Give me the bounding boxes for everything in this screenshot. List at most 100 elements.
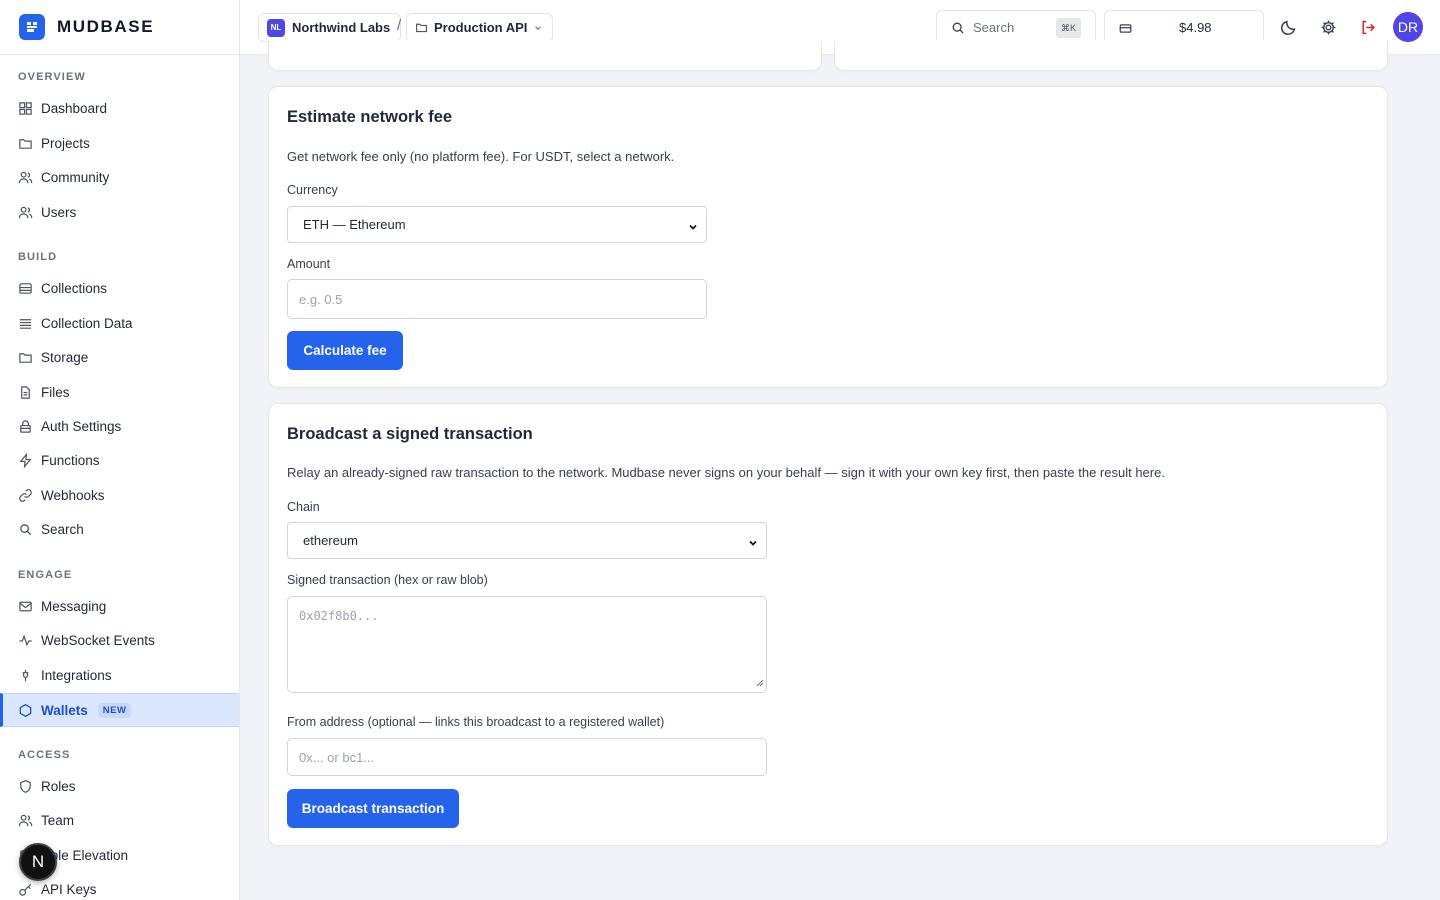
sidebar-item-label: Files: [41, 384, 70, 400]
sidebar-item-functions[interactable]: Functions: [0, 443, 239, 477]
chain-select[interactable]: ethereum: [287, 522, 767, 559]
folder-icon: [415, 21, 428, 34]
chevron-down-icon: [748, 536, 758, 551]
sidebar-item-community[interactable]: Community: [0, 160, 239, 194]
previous-card-left: [268, 40, 822, 71]
broadcast-label: Broadcast transaction: [301, 801, 445, 816]
previous-card-right: [834, 40, 1388, 71]
sidebar-item-dashboard[interactable]: Dashboard: [0, 91, 239, 125]
moon-icon[interactable]: [1278, 17, 1298, 37]
search-label: Search: [973, 20, 1015, 35]
logout-icon[interactable]: [1358, 17, 1378, 37]
sidebar-item-projects[interactable]: Projects: [0, 126, 239, 160]
grid-icon: [18, 101, 33, 116]
sidebar-item-label: Functions: [41, 452, 100, 468]
dev-tools-button[interactable]: N: [19, 843, 57, 881]
org-name: Northwind Labs: [292, 20, 391, 35]
signed-tx-placeholder: 0x02f8b0...: [299, 609, 379, 623]
sidebar-item-collections[interactable]: Collections: [0, 271, 239, 305]
sidebar-item-label: Integrations: [41, 667, 112, 683]
org-avatar: NL: [267, 18, 285, 37]
search-shortcut: ⌘K: [1056, 18, 1081, 38]
user-avatar[interactable]: DR: [1393, 12, 1423, 42]
database-icon: [19, 14, 45, 40]
chevron-down-icon: [688, 220, 698, 235]
sidebar-item-integrations[interactable]: Integrations: [0, 658, 239, 692]
sidebar-item-files[interactable]: Files: [0, 375, 239, 409]
sidebar-item-label: Roles: [41, 778, 76, 794]
users-icon: [18, 813, 33, 828]
users-icon: [18, 170, 33, 185]
sidebar-item-label: Search: [41, 521, 84, 537]
search-icon: [951, 21, 965, 35]
file-icon: [18, 385, 33, 400]
chevron-down-icon: [534, 24, 542, 32]
sidebar-item-label: WebSocket Events: [41, 632, 155, 648]
card-description: Get network fee only (no platform fee). …: [287, 149, 675, 164]
card-title: Broadcast a signed transaction: [287, 425, 533, 443]
sidebar-item-label: Auth Settings: [41, 418, 122, 434]
amount-input[interactable]: e.g. 0.5: [287, 279, 707, 319]
lock-icon: [18, 419, 33, 434]
sidebar-item-wallets[interactable]: Wallets NEW: [0, 693, 239, 727]
user-initials: DR: [1397, 19, 1419, 35]
sidebar-item-label: Wallets: [41, 702, 88, 718]
sidebar-item-label: Collection Data: [41, 315, 133, 331]
from-address-input[interactable]: 0x... or bc1...: [287, 738, 767, 776]
sidebar-item-messaging[interactable]: Messaging: [0, 589, 239, 623]
collection-icon: [18, 281, 33, 296]
sidebar-item-webhooks[interactable]: Webhooks: [0, 478, 239, 512]
bolt-icon: [18, 452, 33, 468]
gear-icon[interactable]: [1318, 17, 1338, 37]
sidebar-item-label: Messaging: [41, 598, 107, 614]
currency-value: ETH — Ethereum: [303, 217, 406, 232]
sidebar-item-roles[interactable]: Roles: [0, 769, 239, 803]
project-switcher[interactable]: Production API: [406, 13, 554, 42]
balance-amount: $4.98: [1179, 20, 1212, 35]
signed-tx-textarea[interactable]: 0x02f8b0...: [287, 596, 767, 693]
credit-card-icon: [1119, 22, 1132, 35]
card-description: Relay an already-signed raw transaction …: [287, 465, 1165, 480]
sidebar-item-label: Projects: [41, 135, 90, 151]
brand-name: MUDBASE: [57, 17, 155, 36]
sidebar-item-users[interactable]: Users: [0, 195, 239, 229]
chain-label: Chain: [287, 500, 320, 514]
rows-icon: [18, 316, 33, 331]
sidebar-item-search[interactable]: Search: [0, 512, 239, 546]
sidebar: MUDBASE OVERVIEW Dashboard Projects Comm…: [0, 0, 240, 900]
nav-heading-engage: ENGAGE: [18, 569, 73, 581]
sidebar-item-label: API Keys: [41, 881, 97, 897]
broadcast-transaction-button[interactable]: Broadcast transaction: [287, 789, 459, 828]
breadcrumb-separator: /: [397, 17, 402, 34]
from-address-label: From address (optional — links this broa…: [287, 715, 665, 729]
currency-select[interactable]: ETH — Ethereum: [287, 206, 707, 243]
nav-heading-access: ACCESS: [18, 749, 71, 761]
currency-label: Currency: [287, 183, 338, 197]
folder-icon: [18, 136, 33, 151]
org-switcher[interactable]: NL Northwind Labs: [258, 13, 402, 42]
sidebar-item-label: Users: [41, 204, 77, 220]
search-icon: [18, 522, 33, 537]
brand[interactable]: MUDBASE: [0, 0, 239, 55]
project-name: Production API: [434, 20, 528, 35]
sidebar-item-auth-settings[interactable]: Auth Settings: [0, 409, 239, 443]
amount-placeholder: e.g. 0.5: [299, 291, 343, 307]
hexagon-icon: [18, 703, 33, 718]
sidebar-item-websocket-events[interactable]: WebSocket Events: [0, 623, 239, 657]
sidebar-item-label: Dashboard: [41, 100, 108, 116]
plug-icon: [18, 668, 33, 683]
amount-label: Amount: [287, 257, 331, 271]
sidebar-item-label: Team: [41, 812, 75, 828]
nav-heading-overview: OVERVIEW: [18, 71, 86, 83]
sidebar-item-team[interactable]: Team: [0, 803, 239, 837]
from-address-placeholder: 0x... or bc1...: [299, 749, 375, 765]
link-icon: [18, 488, 33, 503]
signed-tx-label: Signed transaction (hex or raw blob): [287, 573, 488, 587]
sidebar-item-storage[interactable]: Storage: [0, 340, 239, 374]
key-icon: [18, 882, 33, 897]
calculate-fee-button[interactable]: Calculate fee: [287, 331, 403, 370]
estimate-fee-card: Estimate network fee Get network fee onl…: [268, 86, 1388, 388]
sidebar-item-label: Webhooks: [41, 487, 105, 503]
sidebar-item-collection-data[interactable]: Collection Data: [0, 306, 239, 340]
resize-handle-icon[interactable]: [756, 676, 764, 690]
